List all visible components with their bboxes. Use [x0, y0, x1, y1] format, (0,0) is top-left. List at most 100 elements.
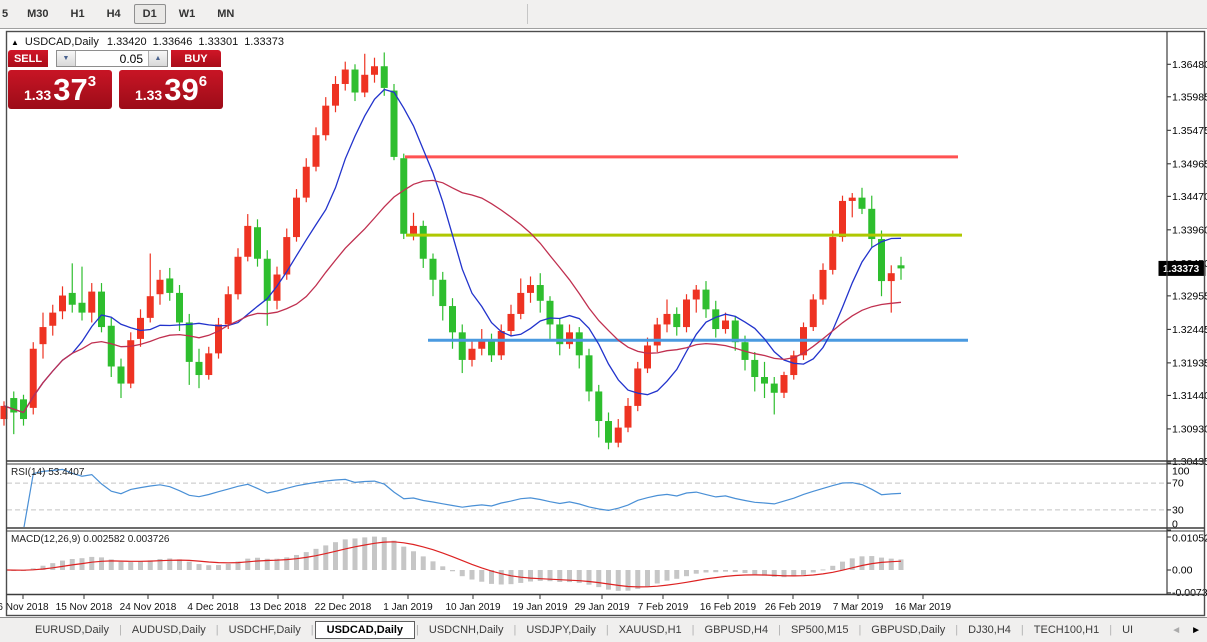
macd-histogram-bar [479, 570, 484, 582]
buy-button[interactable]: BUY [171, 50, 221, 67]
candle-body [469, 349, 476, 360]
candle-body [820, 270, 827, 300]
tab-scroll-right-icon[interactable]: ► [1191, 625, 1201, 636]
macd-histogram-bar [587, 570, 592, 585]
candle-body [49, 313, 56, 326]
candle-body [410, 226, 417, 234]
chart-tab-usdchf-daily[interactable]: USDCHF,Daily [220, 621, 310, 639]
chart-window: 1.364801.359851.354751.349651.344701.339… [0, 30, 1207, 617]
price-tick-label: 1.35985 [1172, 91, 1207, 103]
chart-tab-usdcnh-daily[interactable]: USDCNH,Daily [420, 621, 513, 639]
chart-tab-tech100-h1[interactable]: TECH100,H1 [1025, 621, 1108, 639]
candle-body [157, 280, 164, 294]
candle-body [810, 299, 817, 327]
macd-histogram-bar [733, 570, 738, 572]
timeframe-button-d1[interactable]: D1 [134, 4, 166, 24]
volume-increase-button[interactable]: ▲ [148, 51, 167, 66]
candle-body [342, 70, 349, 84]
rsi-pane [7, 469, 1166, 530]
price-tick-label: 1.30930 [1172, 423, 1207, 435]
date-tick-label: 16 Feb 2019 [700, 602, 757, 613]
chart-tab-audusd-daily[interactable]: AUDUSD,Daily [123, 621, 215, 639]
candle-body [264, 259, 271, 301]
candle-body [859, 198, 866, 209]
macd-histogram-bar [606, 570, 611, 590]
date-axis[interactable]: 6 Nov 201815 Nov 201824 Nov 20184 Dec 20… [0, 595, 952, 613]
macd-histogram-bar [626, 570, 631, 591]
timeframe-button-h1[interactable]: H1 [62, 4, 94, 24]
timeframe-toolbar: 5M30H1H4D1W1MN [0, 0, 1207, 29]
collapse-chart-icon[interactable]: ▲ [11, 38, 19, 47]
sell-price-display[interactable]: 1.33 37 3 [8, 70, 112, 109]
quote-open: 1.33420 [107, 36, 147, 48]
candle-body [176, 293, 183, 323]
date-tick-label: 10 Jan 2019 [445, 602, 500, 613]
date-tick-label: 22 Dec 2018 [315, 602, 372, 613]
chart-tab-gbpusd-h4[interactable]: GBPUSD,H4 [696, 621, 778, 639]
timeframe-button-5[interactable]: 5 [0, 4, 14, 24]
candle-body [430, 259, 437, 280]
date-tick-label: 13 Dec 2018 [250, 602, 307, 613]
timeframe-button-w1[interactable]: W1 [170, 4, 205, 24]
candle-body [69, 293, 76, 305]
macd-histogram-bar [226, 564, 231, 570]
candle-body [79, 303, 86, 313]
chart-tab-ui[interactable]: UI [1113, 621, 1142, 639]
candle-body [781, 375, 788, 393]
chart-tab-usdjpy-daily[interactable]: USDJPY,Daily [517, 621, 605, 639]
timeframe-button-m30[interactable]: M30 [18, 4, 57, 24]
tab-scroll-left-icon[interactable]: ◄ [1171, 625, 1181, 636]
macd-histogram-bar [138, 562, 143, 570]
date-tick-label: 15 Nov 2018 [56, 602, 113, 613]
timeframe-button-h4[interactable]: H4 [98, 4, 130, 24]
symbol-period-label: USDCAD,Daily [25, 36, 99, 48]
candle-body [40, 327, 47, 344]
macd-histogram-bar [50, 563, 55, 570]
chart-tab-usdcad-daily[interactable]: USDCAD,Daily [315, 621, 415, 639]
chart-canvas[interactable]: 1.364801.359851.354751.349651.344701.339… [0, 30, 1207, 617]
macd-histogram-bar [645, 570, 650, 586]
candle-body [293, 198, 300, 237]
macd-histogram-bar [616, 570, 621, 591]
volume-input[interactable]: 0.05 [76, 51, 148, 66]
rsi-indicator-label: RSI(14) 53.4407 [11, 467, 84, 478]
macd-histogram-bar [206, 565, 211, 570]
candle-body [59, 296, 66, 312]
candle-body [829, 237, 836, 270]
candle-body [888, 273, 895, 281]
candle-body [215, 324, 222, 353]
quote-low: 1.33301 [198, 36, 238, 48]
date-tick-label: 29 Jan 2019 [574, 602, 629, 613]
quote-high: 1.33646 [153, 36, 193, 48]
chart-tab-xauusd-h1[interactable]: XAUUSD,H1 [610, 621, 691, 639]
candle-body [566, 332, 573, 344]
macd-histogram-bar [596, 570, 601, 587]
timeframe-button-mn[interactable]: MN [208, 4, 243, 24]
one-click-trading-panel: SELL ▼ 0.05 ▲ BUY 1.33 37 3 [8, 50, 223, 109]
chart-title: ▲ USDCAD,Daily 1.33420 1.33646 1.33301 1… [11, 36, 290, 48]
candle-body [605, 421, 612, 443]
chart-tab-dj30-h4[interactable]: DJ30,H4 [959, 621, 1020, 639]
buy-price-sup: 6 [199, 73, 207, 90]
rsi-tick-label: 0 [1172, 519, 1178, 531]
macd-histogram-bar [694, 570, 699, 574]
candle-body [878, 239, 885, 281]
macd-histogram-bar [460, 570, 465, 576]
rsi-tick-label: 30 [1172, 504, 1184, 516]
macd-histogram-bar [343, 539, 348, 570]
chart-tab-gbpusd-daily[interactable]: GBPUSD,Daily [862, 621, 954, 639]
macd-histogram-bar [411, 551, 416, 570]
candle-body [537, 285, 544, 301]
buy-price-base: 1.33 [135, 87, 162, 103]
macd-histogram-bar [2, 570, 7, 571]
sell-button[interactable]: SELL [8, 50, 48, 67]
macd-tick-label: 0.010525 [1172, 533, 1207, 545]
volume-spinner: ▼ 0.05 ▲ [56, 50, 168, 67]
macd-histogram-bar [840, 562, 845, 570]
chart-tab-sp500-m15[interactable]: SP500,M15 [782, 621, 857, 639]
volume-decrease-button[interactable]: ▼ [57, 51, 76, 66]
buy-price-display[interactable]: 1.33 39 6 [119, 70, 223, 109]
chart-tab-eurusd-daily[interactable]: EURUSD,Daily [26, 621, 118, 639]
candle-body [313, 135, 320, 167]
macd-histogram-bar [713, 570, 718, 572]
